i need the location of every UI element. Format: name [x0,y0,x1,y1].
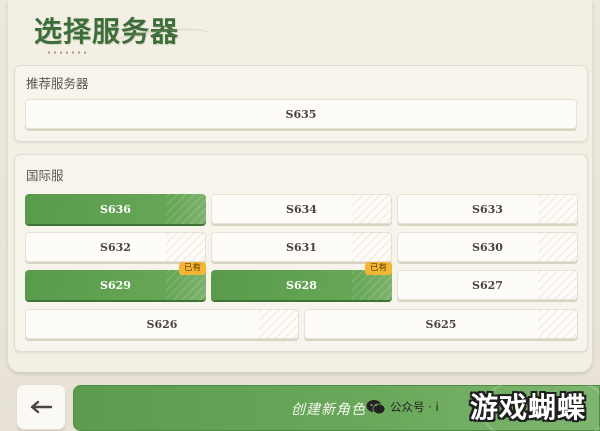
server-name: S635 [285,107,317,121]
stripe-decoration [259,309,299,339]
stripe-decoration [538,194,578,224]
server-button-s631[interactable]: S631 [211,232,392,262]
server-button-s635[interactable]: S635 [25,99,577,129]
server-button-s630[interactable]: S630 [397,232,578,262]
back-button[interactable] [16,384,66,430]
server-name: S627 [472,278,503,292]
server-name: S629 [100,278,131,292]
owned-badge: 已有 [364,262,392,275]
stripe-decoration [538,270,578,300]
server-name: S634 [286,202,317,216]
arrow-left-icon [30,400,53,414]
server-name: S632 [100,240,131,254]
wechat-watermark: 公众号 · i [366,399,439,415]
server-name: S630 [472,240,503,254]
stripe-decoration [352,232,392,262]
server-select-screen: 选择服务器 推荐服务器 S635 国际服 S636 S634 S633 S632 [0,0,600,431]
server-button-s634[interactable]: S634 [211,194,392,224]
title-dots-decoration [46,51,88,54]
owned-badge: 已有 [178,262,206,275]
server-button-s632[interactable]: S632 [25,232,206,262]
stripe-decoration [166,232,206,262]
server-button-s636[interactable]: S636 [25,194,206,224]
server-name: S633 [472,202,503,216]
wechat-watermark-text: 公众号 · i [390,400,439,414]
international-section: 国际服 S636 S634 S633 S632 S631 S630 S629 已… [14,154,588,352]
server-name: S625 [425,317,457,331]
site-watermark: 游戏蝴蝶 [470,391,587,424]
server-button-s627[interactable]: S627 [397,270,578,300]
server-name: S636 [100,202,131,216]
stripe-decoration [166,194,206,224]
stripe-decoration [538,232,578,262]
international-label: 国际服 [26,168,64,183]
server-button-s629[interactable]: S629 已有 [25,262,206,300]
recommended-label: 推荐服务器 [26,76,89,91]
server-name: S628 [286,278,317,292]
wechat-icon [366,400,386,415]
create-character-label: 创建新角色 [291,402,366,418]
title-area: 选择服务器 [14,4,211,54]
recommended-section: 推荐服务器 S635 [14,65,588,142]
server-button-s633[interactable]: S633 [397,194,578,224]
stripe-decoration [538,309,578,339]
stripe-decoration [352,194,392,224]
server-button-s628[interactable]: S628 已有 [211,262,392,300]
server-name: S626 [146,317,178,331]
server-button-s625[interactable]: S625 [304,309,578,339]
server-button-s626[interactable]: S626 [25,309,299,339]
server-name: S631 [286,240,317,254]
